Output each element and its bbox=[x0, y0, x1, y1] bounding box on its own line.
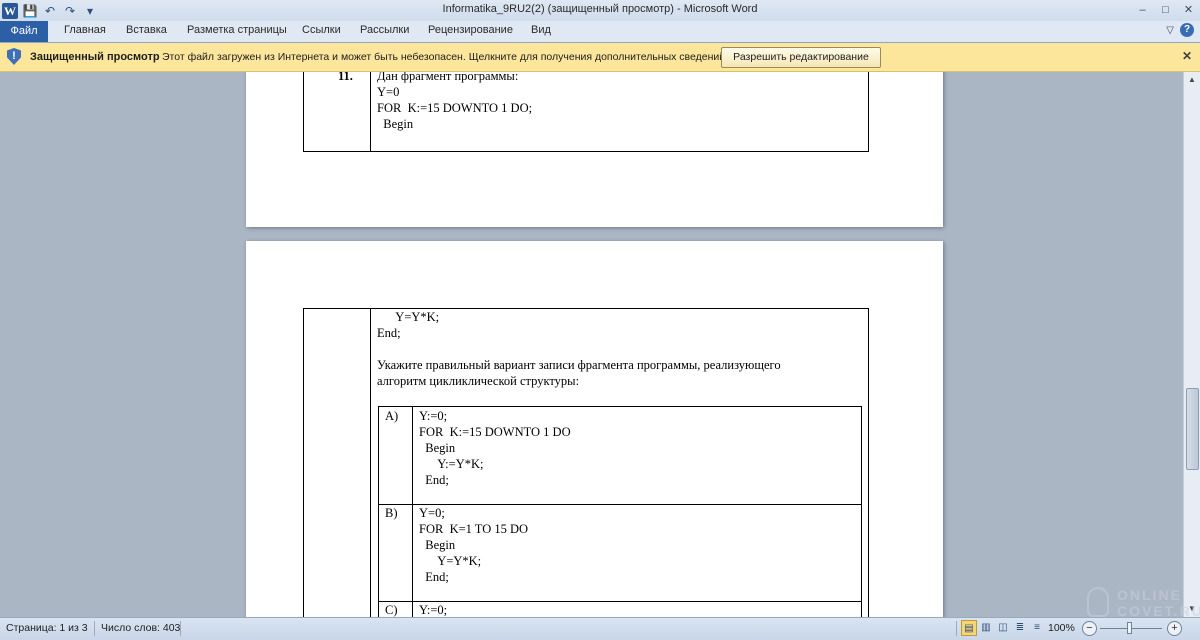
code-line: End; bbox=[419, 570, 449, 584]
maximize-button[interactable]: □ bbox=[1154, 0, 1177, 21]
question-prompt: алгоритм цикликлической структуры: bbox=[377, 374, 580, 388]
print-layout-view-icon[interactable]: ▤ bbox=[961, 620, 977, 636]
tab-view[interactable]: Вид bbox=[531, 24, 551, 36]
tab-home[interactable]: Главная bbox=[64, 24, 106, 36]
tab-page-layout[interactable]: Разметка страницы bbox=[187, 24, 287, 36]
protected-view-message[interactable]: Этот файл загружен из Интернета и может … bbox=[162, 51, 728, 63]
code-line: Y:=0; bbox=[419, 409, 448, 423]
zoom-level[interactable]: 100% bbox=[1048, 622, 1075, 634]
question-table-continued: Y=Y*K; End; Укажите правильный вариант з… bbox=[303, 308, 869, 617]
option-label: C) bbox=[385, 603, 398, 617]
scrollbar-thumb[interactable] bbox=[1186, 388, 1199, 470]
zoom-slider-handle[interactable] bbox=[1127, 622, 1132, 634]
code-line: End; bbox=[419, 473, 449, 487]
enable-editing-button[interactable]: Разрешить редактирование bbox=[721, 47, 881, 68]
code-line: FOR K=1 TO 15 DO bbox=[419, 522, 529, 536]
question-prompt: Укажите правильный вариант записи фрагме… bbox=[377, 358, 781, 372]
options-table: A) Y:=0; FOR K:=15 DOWNTO 1 DO Begin Y:=… bbox=[378, 406, 862, 617]
draft-view-icon[interactable]: ≡ bbox=[1029, 620, 1045, 636]
minimize-button[interactable]: – bbox=[1131, 0, 1154, 21]
scroll-down-icon[interactable]: ▼ bbox=[1185, 602, 1199, 616]
protected-view-title: Защищенный просмотр bbox=[30, 51, 160, 63]
question-number: 11. bbox=[338, 72, 353, 83]
doc-line: End; bbox=[377, 326, 401, 340]
title-bar: W 💾 ↶ ↷ ▾ Informatika_9RU2(2) (защищенны… bbox=[0, 0, 1200, 21]
scroll-up-icon[interactable]: ▲ bbox=[1185, 73, 1199, 87]
code-line: FOR K:=15 DOWNTO 1 DO bbox=[419, 425, 571, 439]
document-area[interactable]: 11. Дан фрагмент программы: Y=0 FOR K:=1… bbox=[0, 72, 1184, 617]
doc-line: Y=Y*K; bbox=[377, 310, 440, 324]
close-message-bar-icon[interactable]: ✕ bbox=[1182, 49, 1192, 63]
option-label: B) bbox=[385, 506, 398, 520]
tab-mailings[interactable]: Рассылки bbox=[360, 24, 409, 36]
zoom-out-icon[interactable]: − bbox=[1082, 621, 1097, 636]
code-line: Y:=Y*K; bbox=[419, 457, 484, 471]
zoom-in-icon[interactable]: + bbox=[1167, 621, 1182, 636]
doc-line: FOR K:=15 DOWNTO 1 DO; bbox=[377, 101, 533, 115]
doc-line: Дан фрагмент программы: bbox=[377, 72, 519, 83]
help-icon[interactable]: ? bbox=[1180, 23, 1194, 37]
ribbon-tabs: Файл Главная Вставка Разметка страницы С… bbox=[0, 21, 1200, 43]
tab-review[interactable]: Рецензирование bbox=[428, 24, 513, 36]
minimize-ribbon-icon[interactable]: ▽ bbox=[1166, 25, 1174, 36]
tab-insert[interactable]: Вставка bbox=[126, 24, 167, 36]
page-1: 11. Дан фрагмент программы: Y=0 FOR K:=1… bbox=[246, 72, 943, 227]
close-button[interactable]: ✕ bbox=[1177, 0, 1200, 21]
shield-icon: ! bbox=[7, 48, 21, 65]
tab-file[interactable]: Файл bbox=[0, 21, 48, 42]
full-screen-reading-icon[interactable]: ▥ bbox=[978, 620, 994, 636]
doc-line: Y=0 bbox=[377, 85, 400, 99]
window-title: Informatika_9RU2(2) (защищенный просмотр… bbox=[442, 3, 758, 15]
code-line: Y=0; bbox=[419, 506, 445, 520]
code-line: Y:=0; bbox=[419, 603, 448, 617]
web-layout-icon[interactable]: ◫ bbox=[995, 620, 1011, 636]
word-count[interactable]: Число слов: 403 bbox=[101, 622, 180, 634]
page-count[interactable]: Страница: 1 из 3 bbox=[6, 622, 88, 634]
code-line: Y=Y*K; bbox=[419, 554, 482, 568]
question-table-top: 11. Дан фрагмент программы: Y=0 FOR K:=1… bbox=[303, 72, 869, 152]
window-controls: – □ ✕ bbox=[1131, 0, 1200, 21]
status-bar: Страница: 1 из 3 Число слов: 403 ▤ ▥ ◫ ≣… bbox=[0, 617, 1200, 640]
doc-line: Begin bbox=[377, 117, 414, 131]
tab-references[interactable]: Ссылки bbox=[302, 24, 341, 36]
outline-view-icon[interactable]: ≣ bbox=[1012, 620, 1028, 636]
option-label: A) bbox=[385, 409, 399, 423]
vertical-scrollbar[interactable]: ▲ ▼ bbox=[1183, 72, 1200, 617]
code-line: Begin bbox=[419, 538, 456, 552]
code-line: Begin bbox=[419, 441, 456, 455]
protected-view-bar: ! Защищенный просмотр Этот файл загружен… bbox=[0, 43, 1200, 72]
page-2: Y=Y*K; End; Укажите правильный вариант з… bbox=[246, 241, 943, 617]
